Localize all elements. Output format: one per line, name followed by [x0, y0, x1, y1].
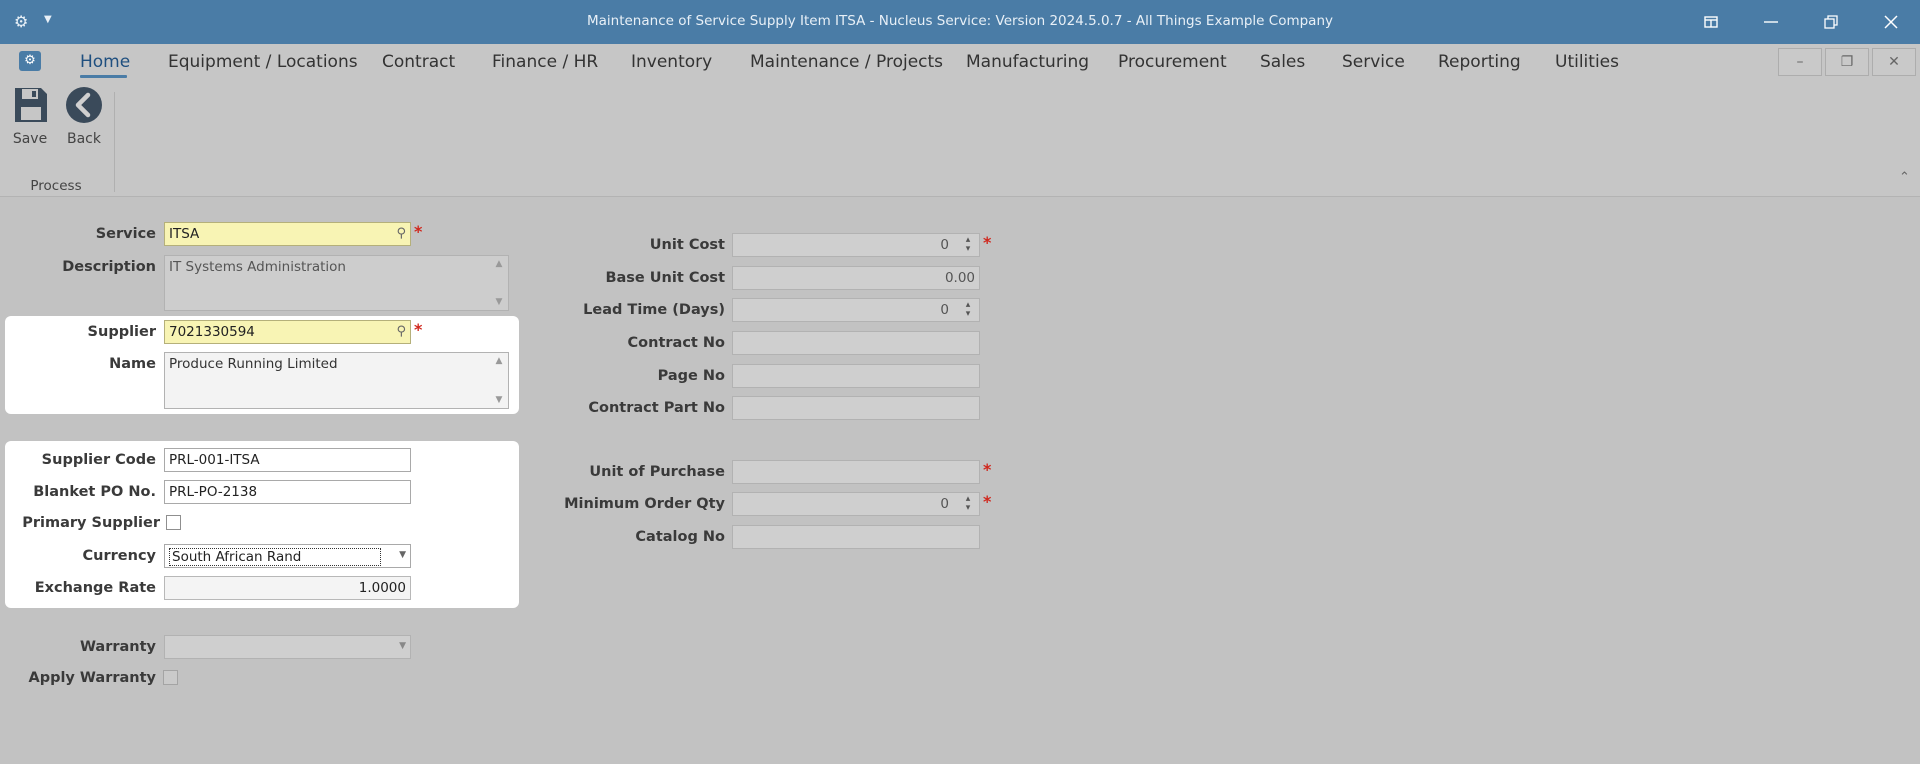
- restore-button[interactable]: [1808, 0, 1854, 44]
- spin-down-icon[interactable]: ▾: [961, 245, 975, 254]
- minimize-button[interactable]: [1748, 0, 1794, 44]
- required-marker: *: [983, 460, 992, 479]
- name-field[interactable]: Produce Running Limited ▲ ▼: [164, 352, 509, 409]
- menu-service[interactable]: Service: [1342, 52, 1405, 72]
- primary-supplier-checkbox[interactable]: [166, 515, 181, 530]
- contract-no-label: Contract No: [627, 335, 725, 351]
- required-marker: *: [414, 320, 423, 339]
- name-label: Name: [109, 356, 156, 372]
- menu-sales[interactable]: Sales: [1260, 52, 1305, 72]
- menu-equipment-locations[interactable]: Equipment / Locations: [168, 52, 358, 72]
- spin-down-icon[interactable]: ▾: [961, 310, 975, 319]
- service-field[interactable]: ITSA ⚲: [164, 222, 411, 246]
- save-button[interactable]: Save: [8, 86, 52, 152]
- unit-of-purchase-label: Unit of Purchase: [589, 464, 725, 480]
- exchange-rate-label: Exchange Rate: [34, 580, 156, 596]
- restore-layout-button[interactable]: [1688, 0, 1734, 44]
- service-label: Service: [95, 226, 156, 242]
- chevron-down-icon[interactable]: ▼: [399, 641, 406, 651]
- menu-reporting[interactable]: Reporting: [1438, 52, 1521, 72]
- save-label: Save: [12, 131, 48, 147]
- currency-label: Currency: [82, 548, 156, 564]
- spin-down-icon[interactable]: ▾: [961, 504, 975, 513]
- contract-part-no-label: Contract Part No: [588, 400, 725, 416]
- currency-select[interactable]: South African Rand ▼: [164, 544, 411, 568]
- ribbon-group-process: Process: [30, 178, 82, 194]
- ribbon-separator: [114, 92, 115, 192]
- apply-warranty-checkbox[interactable]: [163, 670, 178, 685]
- ribbon: [0, 80, 1920, 197]
- description-label: Description: [62, 259, 156, 275]
- close-button[interactable]: [1868, 0, 1914, 44]
- layout-icon: [1704, 16, 1718, 28]
- primary-supplier-label: Primary Supplier: [22, 515, 160, 531]
- save-icon: [15, 88, 47, 122]
- catalog-no-field[interactable]: [732, 525, 980, 549]
- exchange-rate-field[interactable]: 1.0000: [164, 576, 411, 600]
- menu-utilities[interactable]: Utilities: [1555, 52, 1619, 72]
- unit-of-purchase-field[interactable]: [732, 460, 980, 484]
- scroll-up-icon[interactable]: ▲: [491, 356, 507, 366]
- chevron-down-icon[interactable]: ▼: [399, 550, 406, 560]
- min-order-qty-label: Minimum Order Qty: [564, 496, 725, 512]
- supplier-code-field[interactable]: PRL-001-ITSA: [164, 448, 411, 472]
- mdi-minimize-button[interactable]: –: [1778, 48, 1822, 76]
- menu-procurement[interactable]: Procurement: [1118, 52, 1227, 72]
- base-unit-cost-field[interactable]: 0.00: [732, 266, 980, 290]
- minimize-icon: [1764, 21, 1778, 23]
- supplier-label: Supplier: [87, 324, 156, 340]
- page-no-label: Page No: [657, 368, 725, 384]
- min-order-qty-field[interactable]: 0 ▴ ▾: [732, 492, 980, 516]
- back-button[interactable]: Back: [62, 86, 106, 152]
- restore-icon: ❐: [1840, 54, 1854, 70]
- gear-icon: ⚙: [24, 53, 36, 68]
- warranty-select[interactable]: ▼: [164, 635, 411, 659]
- catalog-no-label: Catalog No: [635, 529, 725, 545]
- minimize-icon: –: [1796, 54, 1804, 70]
- close-icon: [1884, 15, 1898, 29]
- app-button[interactable]: ⚙: [19, 51, 41, 71]
- warranty-label: Warranty: [79, 639, 156, 655]
- lead-time-label: Lead Time (Days): [583, 302, 725, 318]
- base-unit-cost-label: Base Unit Cost: [605, 270, 725, 286]
- title-bar: ⚙ ▼ Maintenance of Service Supply Item I…: [0, 0, 1920, 44]
- required-marker: *: [983, 233, 992, 252]
- mdi-restore-button[interactable]: ❐: [1825, 48, 1869, 76]
- required-marker: *: [414, 222, 423, 241]
- menu-home[interactable]: Home: [80, 52, 130, 72]
- window-title: Maintenance of Service Supply Item ITSA …: [586, 13, 1334, 29]
- collapse-ribbon-icon[interactable]: ⌃: [1899, 170, 1910, 185]
- scroll-down-icon[interactable]: ▼: [491, 395, 507, 405]
- menu-contract[interactable]: Contract: [382, 52, 455, 72]
- unit-cost-field[interactable]: 0 ▴ ▾: [732, 233, 980, 257]
- description-field[interactable]: IT Systems Administration ▲ ▼: [164, 255, 509, 311]
- blanket-po-field[interactable]: PRL-PO-2138: [164, 480, 411, 504]
- supplier-code-label: Supplier Code: [41, 452, 156, 468]
- mdi-close-button[interactable]: ✕: [1872, 48, 1916, 76]
- close-icon: ✕: [1888, 54, 1900, 70]
- back-label: Back: [67, 131, 101, 147]
- scroll-down-icon[interactable]: ▼: [491, 297, 507, 307]
- scroll-up-icon[interactable]: ▲: [491, 259, 507, 269]
- menu-finance-hr[interactable]: Finance / HR: [492, 52, 598, 72]
- apply-warranty-label: Apply Warranty: [28, 670, 156, 686]
- back-icon: [66, 87, 102, 123]
- menu-manufacturing[interactable]: Manufacturing: [966, 52, 1089, 72]
- page-no-field[interactable]: [732, 364, 980, 388]
- blanket-po-label: Blanket PO No.: [33, 484, 156, 500]
- contract-no-field[interactable]: [732, 331, 980, 355]
- menu-maintenance-projects[interactable]: Maintenance / Projects: [750, 52, 943, 72]
- restore-icon: [1824, 15, 1838, 29]
- menu-inventory[interactable]: Inventory: [631, 52, 712, 72]
- search-icon[interactable]: ⚲: [396, 324, 406, 339]
- supplier-field[interactable]: 7021330594 ⚲: [164, 320, 411, 344]
- active-tab-indicator: [80, 75, 127, 78]
- lead-time-field[interactable]: 0 ▴ ▾: [732, 298, 980, 322]
- contract-part-no-field[interactable]: [732, 396, 980, 420]
- search-icon[interactable]: ⚲: [396, 226, 406, 241]
- unit-cost-label: Unit Cost: [649, 237, 725, 253]
- required-marker: *: [983, 492, 992, 511]
